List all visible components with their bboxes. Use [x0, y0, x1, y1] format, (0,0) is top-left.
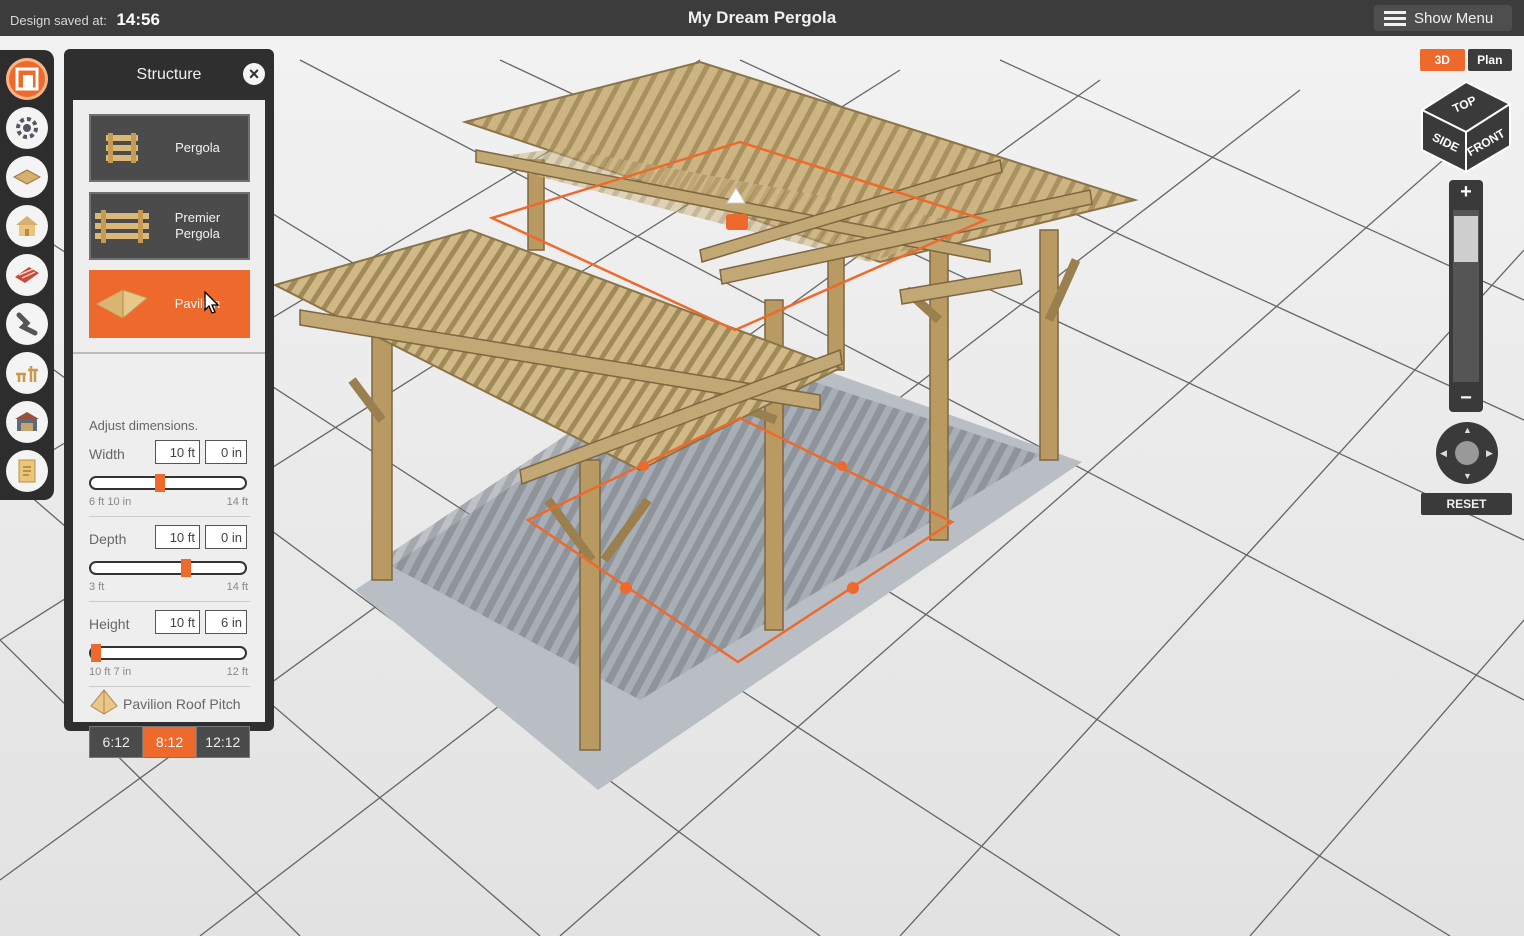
- mouse-cursor-icon: [204, 291, 220, 314]
- furniture-icon: [16, 366, 38, 382]
- depth-label: Depth: [89, 531, 127, 547]
- structure-panel: Structure × Pergola Premier Pergola Pavi…: [64, 49, 274, 758]
- document-icon: [18, 459, 36, 483]
- show-menu-button[interactable]: Show Menu: [1374, 5, 1512, 31]
- joystick-knob[interactable]: [1455, 441, 1479, 465]
- roof-icon: [16, 216, 38, 236]
- depth-max: 14 ft: [226, 581, 248, 593]
- pan-up-icon[interactable]: ▲: [1463, 425, 1472, 435]
- brick-tool[interactable]: [6, 254, 48, 296]
- height-label: Height: [89, 616, 130, 632]
- tool-rail: [0, 50, 54, 500]
- adjust-dimensions-label: Adjust dimensions.: [89, 418, 199, 433]
- width-min: 6 ft 10 in: [89, 496, 132, 508]
- panel-body: Pergola Premier Pergola Pavilion Adjust …: [73, 100, 265, 758]
- document-tool[interactable]: [6, 450, 48, 492]
- view-plan-button[interactable]: Plan: [1467, 49, 1512, 71]
- pavilion-button[interactable]: Pavilion: [89, 270, 250, 338]
- width-slider[interactable]: [89, 474, 247, 492]
- scene-icon: [15, 412, 39, 431]
- pergola-button[interactable]: Pergola: [89, 114, 250, 182]
- pavilion-label: Pavilion: [174, 296, 221, 311]
- floor-tool[interactable]: [6, 156, 48, 198]
- height-slider[interactable]: [89, 644, 247, 662]
- settings-icon: [16, 117, 38, 139]
- width-max: 14 ft: [226, 496, 248, 508]
- width-ft-input[interactable]: 10 ft: [155, 440, 200, 464]
- zoom-control: + −: [1449, 180, 1483, 412]
- pan-right-icon[interactable]: ▶: [1486, 448, 1493, 459]
- zoom-slider-handle[interactable]: [1454, 216, 1478, 262]
- depth-min: 3 ft: [89, 581, 105, 593]
- height-ft-input[interactable]: 10 ft: [155, 610, 200, 634]
- view-cube[interactable]: TOP SIDE FRONT: [1418, 76, 1514, 176]
- height-in-input[interactable]: 6 in: [205, 610, 247, 634]
- path-tool[interactable]: [6, 303, 48, 345]
- close-icon[interactable]: ×: [243, 63, 265, 85]
- height-slider-thumb[interactable]: [90, 644, 101, 662]
- pergola-icon: [106, 133, 138, 163]
- depth-slider-thumb[interactable]: [181, 559, 192, 577]
- view-mode-toggle: 3D Plan: [1420, 49, 1512, 71]
- path-icon: [16, 312, 38, 336]
- pitch-8-12-button[interactable]: 8:12: [143, 727, 197, 757]
- pitch-12-12-button[interactable]: 12:12: [196, 727, 249, 757]
- height-min: 10 ft 7 in: [89, 666, 132, 678]
- pan-down-icon[interactable]: ▼: [1463, 471, 1472, 481]
- depth-in-input[interactable]: 0 in: [205, 525, 247, 549]
- premier-pergola-icon: [95, 210, 149, 243]
- top-bar: Design saved at: 14:56 My Dream Pergola …: [0, 0, 1524, 36]
- roof-pitch-options: 6:12 8:12 12:12: [89, 726, 250, 758]
- depth-ft-input[interactable]: 10 ft: [155, 525, 200, 549]
- design-title: My Dream Pergola: [687, 8, 837, 27]
- width-slider-thumb[interactable]: [155, 474, 166, 492]
- roof-pitch-label: Pavilion Roof Pitch: [123, 696, 241, 712]
- pitch-6-12-button[interactable]: 6:12: [90, 727, 144, 757]
- furniture-tool[interactable]: [6, 352, 48, 394]
- pan-left-icon[interactable]: ◀: [1440, 448, 1447, 459]
- width-label: Width: [89, 446, 125, 462]
- floor-icon: [12, 169, 42, 185]
- brick-icon: [15, 267, 39, 283]
- settings-tool[interactable]: [6, 107, 48, 149]
- premier-pergola-button[interactable]: Premier Pergola: [89, 192, 250, 260]
- structure-tool[interactable]: [6, 58, 48, 100]
- scene-tool[interactable]: [6, 401, 48, 443]
- width-in-input[interactable]: 0 in: [205, 440, 247, 464]
- reset-view-button[interactable]: RESET: [1421, 493, 1512, 515]
- hamburger-icon: [1384, 8, 1406, 29]
- show-menu-label: Show Menu: [1414, 9, 1494, 27]
- premier-pergola-label: Premier Pergola: [174, 210, 221, 241]
- roof-tool[interactable]: [6, 205, 48, 247]
- view-3d-button[interactable]: 3D: [1420, 49, 1465, 71]
- zoom-in-button[interactable]: +: [1449, 180, 1483, 206]
- height-max: 12 ft: [226, 666, 248, 678]
- zoom-out-button[interactable]: −: [1449, 386, 1483, 412]
- structure-icon: [15, 67, 39, 91]
- pan-joystick[interactable]: ▲ ▼ ◀ ▶: [1436, 422, 1498, 484]
- depth-slider[interactable]: [89, 559, 247, 577]
- pavilion-icon: [95, 289, 149, 319]
- pergola-label: Pergola: [175, 140, 220, 155]
- roof-pitch-icon: [90, 689, 118, 715]
